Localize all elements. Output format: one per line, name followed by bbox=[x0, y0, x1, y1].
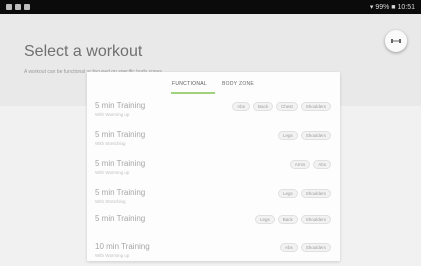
tag-list: Legs Shoulders bbox=[277, 189, 331, 198]
tag-chip: Back bbox=[277, 215, 298, 224]
notification-icon bbox=[24, 4, 30, 10]
workout-item[interactable]: 5 min Training With Stretching Legs Shou… bbox=[87, 125, 340, 154]
status-bar-notifications bbox=[6, 4, 30, 10]
workout-title: 5 min Training bbox=[95, 188, 146, 197]
tab-indicator bbox=[171, 92, 215, 94]
workout-subtitle: With Stretching bbox=[95, 199, 126, 204]
notification-icon bbox=[15, 4, 21, 10]
tab-functional[interactable]: FUNCTIONAL bbox=[172, 81, 207, 87]
tag-list: Legs Shoulders bbox=[277, 131, 331, 140]
tag-chip: Arms bbox=[289, 160, 311, 169]
tag-chip: Shoulders bbox=[300, 189, 331, 198]
tag-chip: Shoulders bbox=[300, 215, 331, 224]
workout-subtitle: With Warming up bbox=[95, 253, 130, 258]
workout-item[interactable]: 5 min Training With Stretching Legs Shou… bbox=[87, 183, 340, 212]
tag-chip: Chest bbox=[275, 102, 298, 111]
workout-title: 5 min Training bbox=[95, 214, 146, 223]
tag-chip: Legs bbox=[277, 131, 298, 140]
tag-chip: Legs bbox=[254, 215, 275, 224]
tab-bar: FUNCTIONAL BODY ZONE bbox=[87, 72, 340, 94]
tag-chip: Abs bbox=[232, 102, 250, 111]
tag-list: Abs Shoulders bbox=[279, 243, 331, 252]
tag-chip: Shoulders bbox=[300, 102, 331, 111]
workout-title: 5 min Training bbox=[95, 101, 146, 110]
tag-list: Abs Back Chest Shoulders bbox=[232, 102, 331, 111]
status-bar: ▾ 99% ■ 10:51 bbox=[0, 0, 421, 14]
workout-item[interactable]: 10 min Training With Warming up Abs Shou… bbox=[87, 237, 340, 266]
tag-chip: Legs bbox=[277, 189, 298, 198]
workout-title: 10 min Training bbox=[95, 242, 150, 251]
page-title: Select a workout bbox=[24, 43, 143, 60]
status-bar-system: ▾ 99% ■ 10:51 bbox=[370, 3, 415, 11]
workout-item[interactable]: 5 min Training With Warming up Abs Back … bbox=[87, 96, 340, 125]
workout-subtitle: With Stretching bbox=[95, 141, 126, 146]
workout-item[interactable]: 5 min Training Legs Back Shoulders bbox=[87, 209, 340, 238]
tag-list: Arms Abs bbox=[289, 160, 331, 169]
notification-icon bbox=[6, 4, 12, 10]
tag-list: Legs Back Shoulders bbox=[254, 215, 331, 224]
workout-item[interactable]: 5 min Training With Warming up Arms Abs bbox=[87, 154, 340, 183]
workout-card: FUNCTIONAL BODY ZONE 5 min Training With… bbox=[87, 72, 340, 261]
tag-chip: Abs bbox=[279, 243, 298, 252]
workout-title: 5 min Training bbox=[95, 159, 146, 168]
workout-title: 5 min Training bbox=[95, 130, 146, 139]
tab-body-zone[interactable]: BODY ZONE bbox=[222, 81, 254, 87]
workout-subtitle: With Warming up bbox=[95, 170, 130, 175]
dumbbell-icon bbox=[391, 37, 401, 46]
dumbbell-button[interactable] bbox=[385, 30, 407, 52]
tag-chip: Abs bbox=[313, 160, 331, 169]
tag-chip: Shoulders bbox=[300, 131, 331, 140]
tag-chip: Shoulders bbox=[300, 243, 331, 252]
workout-subtitle: With Warming up bbox=[95, 112, 130, 117]
status-text: ▾ 99% ■ 10:51 bbox=[369, 4, 415, 11]
tag-chip: Back bbox=[252, 102, 273, 111]
